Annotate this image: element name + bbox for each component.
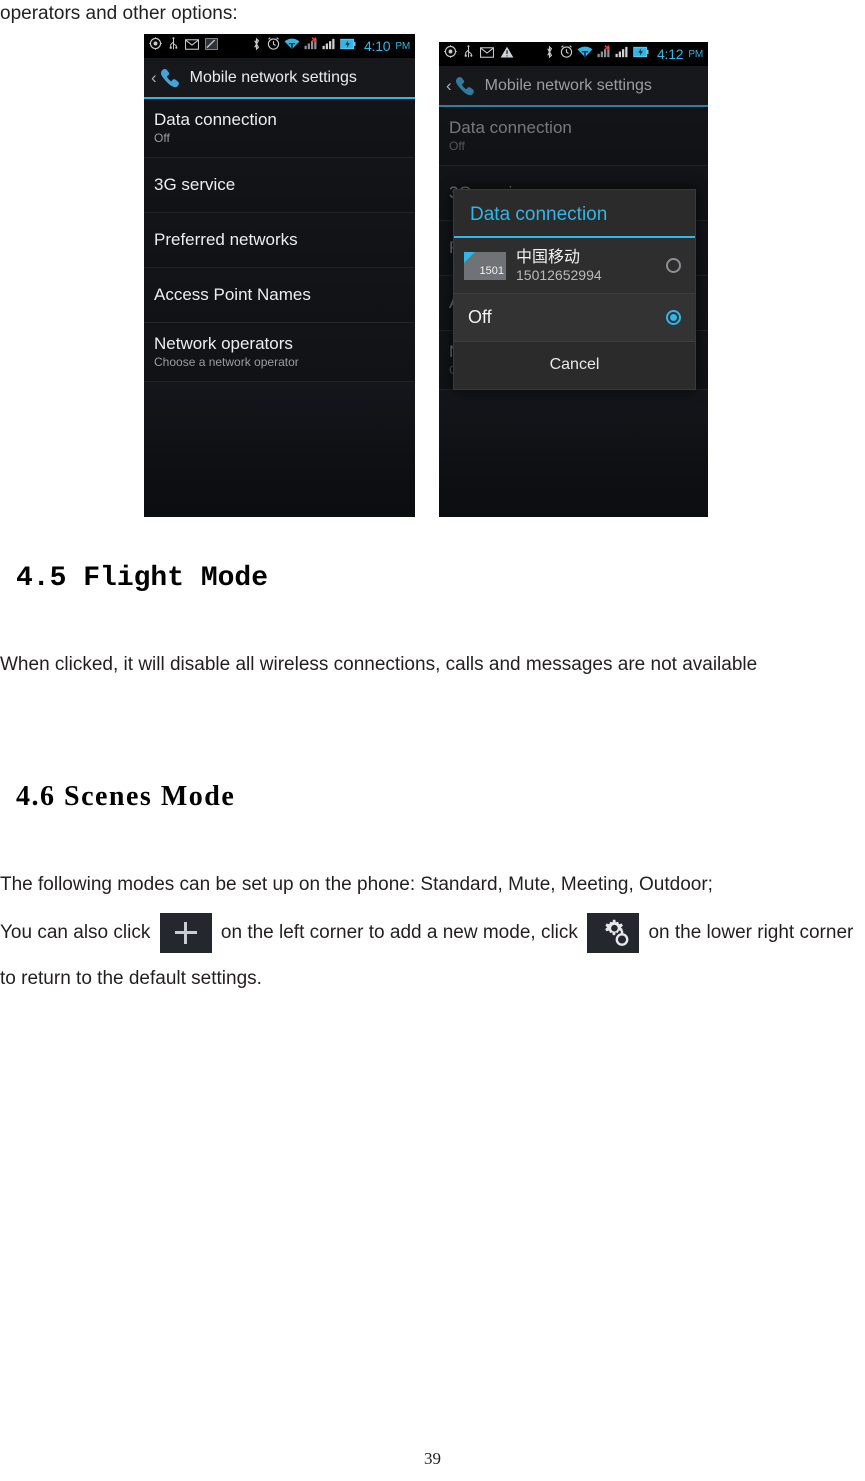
signal-bars-icon	[615, 45, 629, 63]
phone-screenshot-data-connection-dialog: 4:12 PM ‹ Mobile network settings Data c…	[439, 42, 708, 517]
intro-text: operators and other options:	[0, 3, 238, 24]
battery-charging-icon	[633, 45, 649, 63]
paragraph-4-6-part-1: You can also click	[0, 922, 151, 943]
list-item-title: Access Point Names	[154, 285, 311, 304]
list-item[interactable]: Data connection Off	[144, 99, 415, 158]
phone-handset-icon	[159, 68, 182, 88]
usb-icon	[463, 45, 474, 63]
dialog-option-texts: 中国移动 15012652994	[516, 247, 666, 284]
phone-handset-icon	[454, 76, 477, 96]
wifi-icon	[577, 45, 593, 63]
action-bar: ‹ Mobile network settings	[144, 58, 415, 99]
operator-number: 15012652994	[516, 267, 602, 283]
status-bar-left-icons	[149, 37, 218, 55]
signal-bars-icon	[322, 37, 336, 55]
page-number: 39	[424, 1449, 441, 1468]
phone-screenshot-network-settings: 4:10 PM ‹ Mobile network settings Data c…	[144, 34, 415, 517]
dialog-option-off[interactable]: Off	[454, 294, 695, 342]
settings-list: Data connection Off 3G service Preferred…	[144, 99, 415, 517]
paragraph-4-6-part-2: on the left corner to add a new mode, cl…	[220, 922, 578, 943]
sim-corner-marker	[464, 251, 475, 263]
cancel-button[interactable]: Cancel	[454, 342, 695, 389]
list-item-title: 3G service	[154, 175, 236, 194]
operator-name: 中国移动	[516, 247, 581, 266]
gears-icon[interactable]	[587, 912, 640, 953]
alarm-icon	[560, 45, 573, 63]
radio-button-off[interactable]	[666, 310, 681, 325]
status-bar-right-icons: 4:12 PM	[545, 45, 703, 64]
status-bar: 4:12 PM	[439, 42, 708, 66]
list-empty-area	[144, 382, 415, 517]
list-item[interactable]: 3G service	[144, 158, 415, 213]
status-bar-time: 4:10	[363, 38, 391, 54]
back-chevron-icon[interactable]: ‹	[446, 76, 452, 96]
paragraph-4-6-line-1: The following modes can be set up on the…	[0, 874, 713, 895]
bluetooth-icon	[252, 37, 261, 56]
sim-number-label: 1501	[479, 264, 504, 277]
wifi-icon	[284, 37, 300, 55]
list-item-title: Network operators	[154, 334, 293, 353]
signal-error-icon	[597, 45, 611, 63]
heading-4-5: 4.5 Flight Mode	[16, 563, 269, 594]
list-item-title: Preferred networks	[154, 230, 298, 249]
status-bar-left-icons	[444, 45, 514, 63]
gps-icon	[149, 37, 162, 55]
bluetooth-icon	[545, 45, 554, 64]
list-item[interactable]: Data connection Off	[439, 107, 708, 166]
sim-card-icon: 1501	[464, 251, 506, 280]
data-connection-dialog: Data connection 1501 中国移动 15012652994 Of…	[453, 189, 696, 390]
signal-error-icon	[304, 37, 318, 55]
usb-icon	[168, 37, 179, 55]
list-item-subtitle: Off	[449, 139, 465, 153]
paragraph-4-5: When clicked, it will disable all wirele…	[0, 654, 758, 675]
action-bar: ‹ Mobile network settings	[439, 66, 708, 107]
list-item-subtitle: Off	[154, 131, 170, 145]
paragraph-4-6-rest: You can also click on the left corner to…	[0, 910, 865, 1002]
battery-charging-icon	[340, 37, 356, 55]
alarm-icon	[267, 37, 280, 55]
plus-icon[interactable]	[159, 912, 212, 953]
dialog-title: Data connection	[454, 190, 695, 238]
dialog-option-sim[interactable]: 1501 中国移动 15012652994	[454, 238, 695, 294]
list-item[interactable]: Access Point Names	[144, 268, 415, 323]
status-bar: 4:10 PM	[144, 34, 415, 58]
status-bar-ampm: PM	[688, 48, 703, 60]
list-item-title: Data connection	[449, 118, 572, 137]
status-bar-time: 4:12	[656, 46, 684, 62]
mail-icon	[480, 45, 495, 63]
status-bar-ampm: PM	[395, 40, 410, 52]
list-item[interactable]: Preferred networks	[144, 213, 415, 268]
warning-icon	[500, 45, 514, 63]
list-item-title: Data connection	[154, 110, 277, 129]
list-empty-area	[439, 390, 708, 517]
off-label: Off	[468, 307, 492, 327]
action-bar-title: Mobile network settings	[484, 76, 652, 94]
list-item-subtitle: Choose a network operator	[154, 355, 299, 369]
back-chevron-icon[interactable]: ‹	[151, 68, 157, 88]
gps-icon	[444, 45, 457, 63]
action-bar-title: Mobile network settings	[189, 68, 357, 86]
sd-card-icon	[205, 37, 218, 55]
heading-4-6: 4.6 Scenes Mode	[16, 781, 236, 812]
list-item[interactable]: Network operators Choose a network opera…	[144, 323, 415, 382]
mail-icon	[185, 37, 200, 55]
radio-button-sim[interactable]	[666, 258, 681, 273]
status-bar-right-icons: 4:10 PM	[252, 37, 410, 56]
